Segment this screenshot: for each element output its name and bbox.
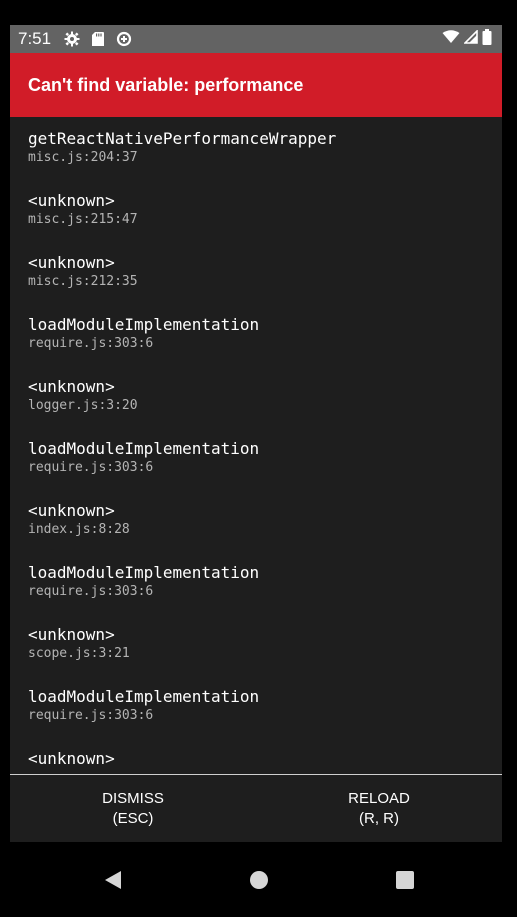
stack-frame-location: require.js:303:6 bbox=[28, 584, 154, 599]
error-header: Can't find variable: performance bbox=[10, 53, 502, 117]
stack-frame-method: <unknown> bbox=[28, 749, 115, 768]
stack-frame-location: index.js:8:28 bbox=[28, 522, 130, 537]
system-nav-bar bbox=[0, 842, 517, 917]
dismiss-button-shortcut: (ESC) bbox=[112, 810, 154, 827]
stack-trace-list[interactable]: getReactNativePerformanceWrapper misc.js… bbox=[10, 117, 502, 773]
reload-button-shortcut: (R, R) bbox=[359, 810, 399, 827]
sd-card-icon bbox=[89, 30, 107, 48]
stack-frame-method: getReactNativePerformanceWrapper bbox=[28, 129, 337, 148]
back-icon[interactable] bbox=[93, 860, 133, 900]
reload-button-label: RELOAD bbox=[348, 790, 410, 807]
status-time: 7:51 bbox=[18, 29, 52, 48]
stack-frame[interactable]: <unknown> misc.js:212:35 bbox=[10, 241, 502, 303]
stack-frame-location: require.js:303:6 bbox=[28, 460, 154, 475]
stack-frame-location: logger.js:3:20 bbox=[28, 398, 138, 413]
stack-frame-location: misc.js:204:37 bbox=[28, 150, 138, 165]
cell-signal-icon bbox=[463, 28, 478, 49]
stack-frame[interactable]: <unknown> logger.js:3:20 bbox=[10, 365, 502, 427]
dismiss-button[interactable]: DISMISS (ESC) bbox=[10, 775, 256, 842]
stack-frame-location: misc.js:212:35 bbox=[28, 274, 138, 289]
stack-frame-method: <unknown> bbox=[28, 191, 115, 210]
dismiss-button-label: DISMISS bbox=[102, 790, 164, 807]
stack-frame-location: misc.js:215:47 bbox=[28, 212, 138, 227]
stack-frame-method: loadModuleImplementation bbox=[28, 315, 260, 334]
stack-frame[interactable]: getReactNativePerformanceWrapper misc.js… bbox=[10, 117, 502, 179]
stack-frame[interactable]: loadModuleImplementation require.js:303:… bbox=[10, 675, 502, 737]
stack-frame[interactable]: loadModuleImplementation require.js:303:… bbox=[10, 303, 502, 365]
stack-frame[interactable]: <unknown> bbox=[10, 737, 502, 773]
status-right-icons bbox=[442, 28, 492, 50]
gear-icon bbox=[63, 30, 81, 48]
status-bar: 7:51 bbox=[10, 25, 502, 53]
stack-frame-method: loadModuleImplementation bbox=[28, 687, 260, 706]
stack-frame-method: loadModuleImplementation bbox=[28, 563, 260, 582]
app-screen: 7:51 Can't find variable: performance ge… bbox=[10, 25, 502, 842]
device-frame: 7:51 Can't find variable: performance ge… bbox=[0, 0, 517, 917]
stack-frame-location: scope.js:3:21 bbox=[28, 646, 130, 661]
stack-frame-method: <unknown> bbox=[28, 501, 115, 520]
stack-frame-method: <unknown> bbox=[28, 377, 115, 396]
footer-actions: DISMISS (ESC) RELOAD (R, R) bbox=[10, 774, 502, 842]
stack-frame-location: require.js:303:6 bbox=[28, 708, 154, 723]
recents-icon[interactable] bbox=[385, 860, 425, 900]
battery-icon bbox=[482, 28, 492, 50]
stack-frame[interactable]: <unknown> scope.js:3:21 bbox=[10, 613, 502, 675]
stack-frame-location: require.js:303:6 bbox=[28, 336, 154, 351]
stack-frame[interactable]: <unknown> misc.js:215:47 bbox=[10, 179, 502, 241]
data-saver-icon bbox=[115, 30, 133, 48]
stack-frame[interactable]: loadModuleImplementation require.js:303:… bbox=[10, 551, 502, 613]
stack-frame-method: <unknown> bbox=[28, 253, 115, 272]
stack-frame[interactable]: loadModuleImplementation require.js:303:… bbox=[10, 427, 502, 489]
stack-frame[interactable]: <unknown> index.js:8:28 bbox=[10, 489, 502, 551]
reload-button[interactable]: RELOAD (R, R) bbox=[256, 775, 502, 842]
home-icon[interactable] bbox=[239, 860, 279, 900]
stack-frame-method: loadModuleImplementation bbox=[28, 439, 260, 458]
stack-frame-method: <unknown> bbox=[28, 625, 115, 644]
wifi-icon bbox=[442, 29, 460, 49]
error-title: Can't find variable: performance bbox=[28, 74, 304, 95]
